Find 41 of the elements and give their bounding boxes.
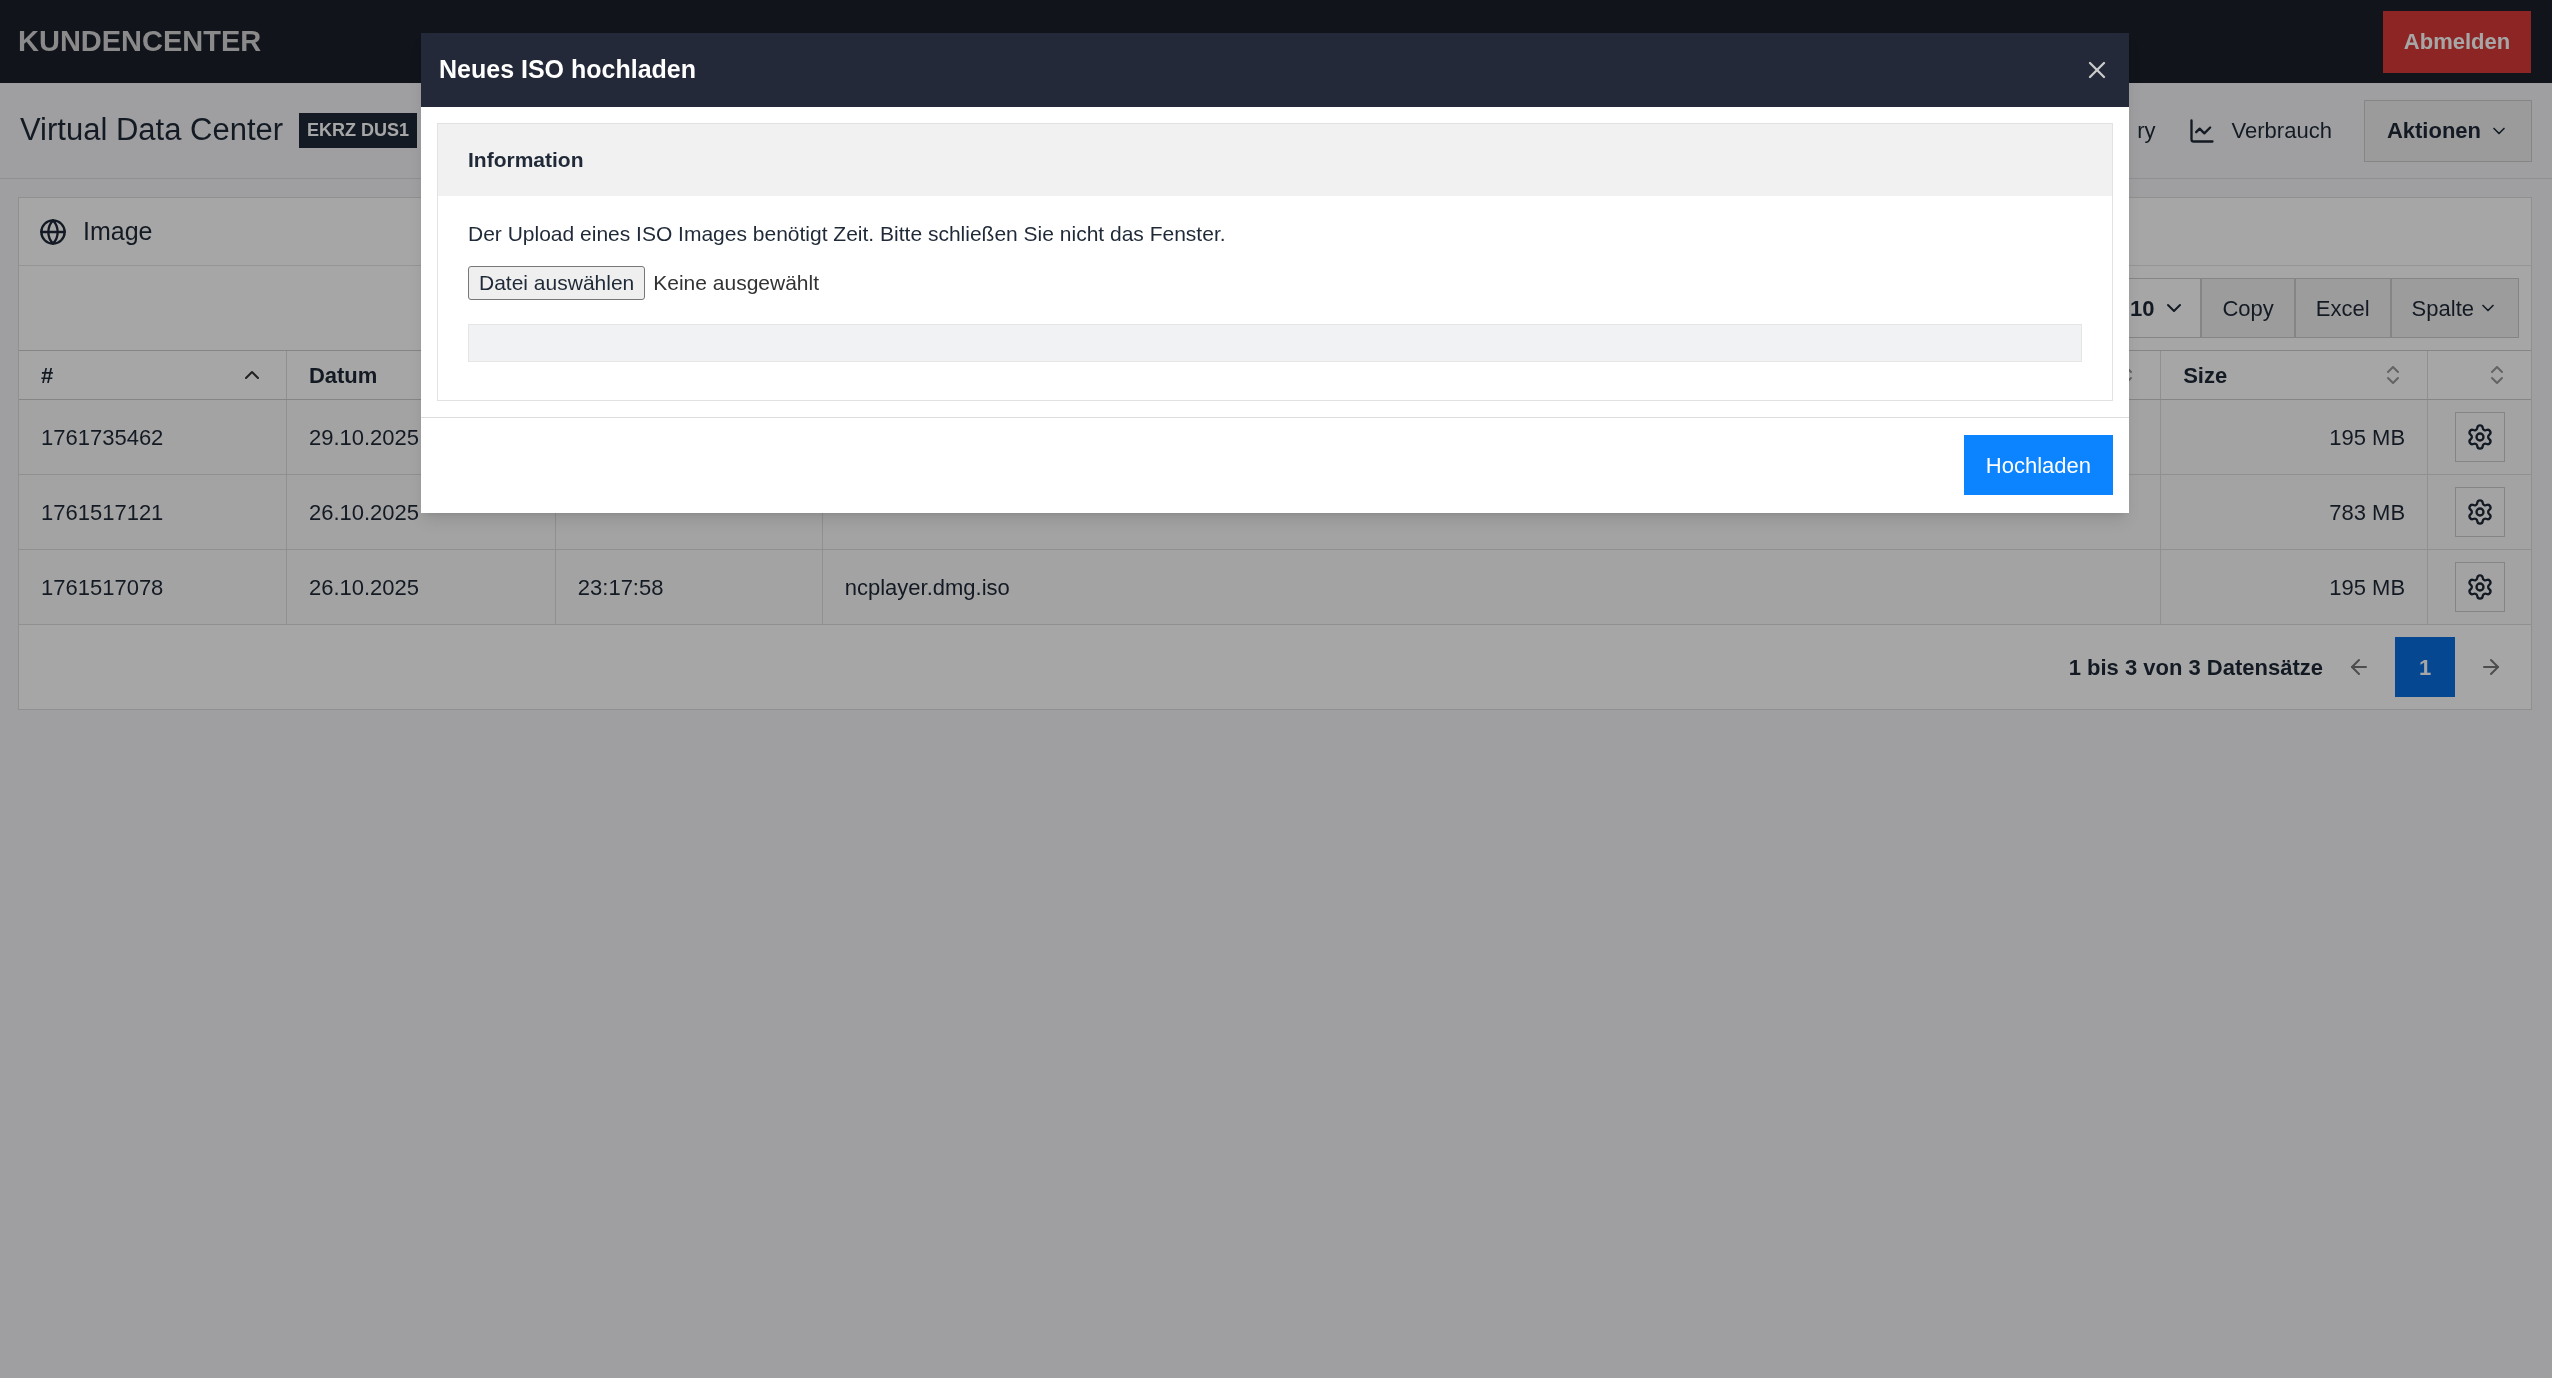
column-header: Datum (308, 361, 378, 390)
table-cell-text: 26.10.2025 (308, 498, 419, 527)
table-cell-text: 1761517121 (41, 498, 164, 527)
page-title: Virtual Data Center (20, 111, 284, 150)
table-tool-button[interactable]: Copy (2201, 278, 2295, 338)
upload-message: Der Upload eines ISO Images benötigt Zeit. Bitte schließen Sie nicht das Fenster. (468, 221, 1227, 247)
logout-button[interactable]: Abmelden (2383, 10, 2531, 73)
column-header: # (41, 361, 54, 390)
page-button[interactable]: 1 (2395, 637, 2455, 697)
table-cell-text: 1761517078 (41, 573, 164, 602)
upload-button[interactable]: Hochladen (1963, 435, 2113, 495)
settings-button[interactable] (2454, 487, 2505, 537)
settings-icon (2465, 573, 2494, 601)
table-cell-text: 23:17:58 (577, 573, 664, 602)
actions-dropdown[interactable]: Aktionen (2363, 99, 2532, 162)
table-tool-button[interactable]: Spalte (2390, 278, 2519, 338)
line-chart-icon (2187, 116, 2216, 145)
table-tool-button[interactable]: Excel (2294, 278, 2391, 338)
globe-icon (39, 217, 67, 246)
panel-heading: Information (468, 147, 584, 174)
records-summary: 1 bis 3 von 3 Datensätze (2068, 653, 2323, 682)
table-cell-text: 195 MB (2329, 423, 2406, 452)
table-cell-text: 195 MB (2329, 573, 2406, 602)
file-status: Keine ausgewählt (653, 269, 820, 296)
datacenter-badge: EKRZ DUS1 (299, 113, 418, 148)
settings-button[interactable] (2454, 562, 2505, 612)
brand-logo: KUNDENCENTER (18, 23, 262, 59)
settings-icon (2465, 423, 2494, 451)
choose-file-button[interactable]: Datei auswählen (468, 265, 646, 300)
table-cell-text: 26.10.2025 (308, 573, 419, 602)
usage-link[interactable]: Verbrauch (2187, 114, 2332, 147)
dialog-title: Neues ISO hochladen (439, 54, 696, 86)
card-title: Image (83, 215, 153, 247)
settings-icon (2465, 498, 2494, 526)
table-cell-text: 29.10.2025 (308, 423, 419, 452)
column-header: Size (2183, 361, 2228, 390)
table-cell-text: 1761735462 (41, 423, 164, 452)
settings-button[interactable] (2454, 412, 2505, 462)
table-cell-text: 783 MB (2329, 498, 2406, 527)
table-cell-text: ncplayer.dmg.iso (844, 573, 1010, 602)
history-link[interactable]: ry (2137, 114, 2156, 147)
